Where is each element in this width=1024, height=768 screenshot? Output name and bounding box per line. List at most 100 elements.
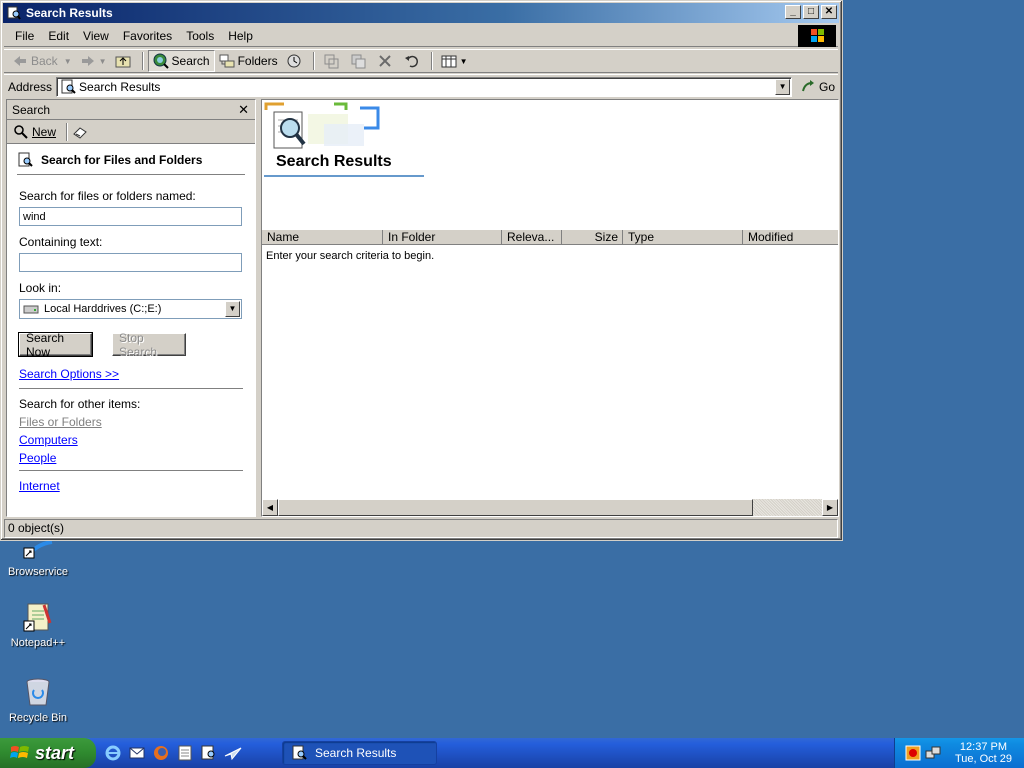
search-pane-title: Search bbox=[12, 102, 51, 117]
other-items-label: Search for other items: bbox=[19, 397, 141, 411]
search-pane-toolbar: New bbox=[7, 120, 255, 144]
search-now-button[interactable]: Search Now bbox=[18, 331, 93, 359]
internet-explorer-icon[interactable] bbox=[104, 744, 122, 762]
search-globe-icon bbox=[153, 53, 169, 69]
address-value: Search Results bbox=[79, 79, 161, 94]
column-modified[interactable]: Modified bbox=[743, 230, 838, 245]
back-button[interactable]: Back ▼ bbox=[8, 50, 76, 72]
minimize-button[interactable]: _ bbox=[785, 5, 801, 19]
look-in-select[interactable]: Local Harddrives (C:;E:) ▼ bbox=[19, 299, 242, 319]
move-to-icon bbox=[323, 53, 339, 69]
menu-edit[interactable]: Edit bbox=[41, 29, 76, 43]
search-options-link[interactable]: Search Options >> bbox=[19, 367, 243, 381]
taskbar: start Search Results 12:37 PM Tue, Oct 2… bbox=[0, 738, 1024, 768]
column-name[interactable]: Name bbox=[262, 230, 383, 245]
back-arrow-icon bbox=[12, 53, 28, 69]
menu-tools[interactable]: Tools bbox=[179, 29, 221, 43]
scroll-left-button[interactable]: ◀ bbox=[262, 499, 278, 516]
results-column-headers: Name In Folder Releva... Size Type Modif… bbox=[262, 230, 838, 245]
search-assistant-icon[interactable] bbox=[72, 124, 88, 140]
desktop-icon-label: Browservice bbox=[8, 566, 68, 578]
history-button[interactable] bbox=[282, 50, 309, 72]
menu-help[interactable]: Help bbox=[221, 29, 260, 43]
clock[interactable]: 12:37 PM Tue, Oct 29 bbox=[955, 741, 1012, 765]
undo-icon bbox=[404, 53, 420, 69]
containing-label: Containing text: bbox=[19, 235, 103, 249]
network-icon[interactable] bbox=[925, 745, 941, 764]
column-type[interactable]: Type bbox=[623, 230, 743, 245]
containing-text-input[interactable] bbox=[19, 253, 242, 272]
look-in-value: Local Harddrives (C:;E:) bbox=[44, 303, 162, 315]
file-name-input[interactable]: wind bbox=[19, 207, 242, 226]
address-label: Address bbox=[8, 79, 53, 94]
desktop-icon-label: Recycle Bin bbox=[8, 712, 68, 724]
notepad-icon[interactable] bbox=[176, 744, 194, 762]
views-button[interactable]: ▼ bbox=[437, 50, 472, 72]
chevron-down-icon[interactable]: ▼ bbox=[225, 301, 240, 317]
standard-toolbar: Back ▼ ▼ Search Folders ▼ bbox=[4, 49, 838, 73]
clock-date: Tue, Oct 29 bbox=[954, 753, 1012, 765]
menu-view[interactable]: View bbox=[76, 29, 116, 43]
desktop-icon-notepad-plus-plus[interactable]: Notepad++ bbox=[0, 601, 76, 649]
windows-logo-icon bbox=[798, 25, 836, 47]
files-or-folders-link[interactable]: Files or Folders bbox=[19, 415, 243, 429]
empty-results-message: Enter your search criteria to begin. bbox=[266, 250, 435, 262]
start-label: start bbox=[35, 742, 75, 763]
new-search-icon[interactable] bbox=[13, 124, 29, 140]
column-size[interactable]: Size bbox=[562, 230, 623, 245]
hard-drive-icon bbox=[23, 301, 39, 317]
address-bar: Address Search Results ▼ Go bbox=[4, 74, 838, 98]
column-in-folder[interactable]: In Folder bbox=[383, 230, 502, 245]
taskbar-item-search-results[interactable]: Search Results bbox=[282, 741, 437, 765]
chevron-down-icon[interactable]: ▼ bbox=[64, 57, 72, 66]
menu-favorites[interactable]: Favorites bbox=[116, 29, 179, 43]
title-bar[interactable]: Search Results _ □ ✕ bbox=[3, 3, 839, 23]
menu-file[interactable]: File bbox=[8, 29, 41, 43]
look-in-label: Look in: bbox=[19, 281, 62, 295]
close-button[interactable]: ✕ bbox=[821, 5, 837, 19]
undo-button[interactable] bbox=[400, 50, 427, 72]
search-files-heading: Search for Files and Folders bbox=[17, 152, 245, 175]
search-results-icon bbox=[60, 79, 76, 95]
scroll-right-button[interactable]: ▶ bbox=[822, 499, 838, 516]
desktop-icon-browservice[interactable]: Browservice bbox=[0, 538, 76, 578]
maximize-button[interactable]: □ bbox=[803, 5, 819, 19]
scroll-thumb[interactable] bbox=[278, 499, 753, 516]
back-label: Back bbox=[31, 54, 58, 68]
desktop-icon-label: Notepad++ bbox=[10, 637, 66, 649]
outlook-express-icon[interactable] bbox=[128, 744, 146, 762]
people-link[interactable]: People bbox=[19, 451, 243, 465]
column-relevance[interactable]: Releva... bbox=[502, 230, 562, 245]
go-label: Go bbox=[819, 79, 836, 94]
move-to-button[interactable] bbox=[319, 50, 346, 72]
paper-plane-icon[interactable] bbox=[224, 744, 242, 762]
search-icon[interactable] bbox=[200, 744, 218, 762]
chevron-down-icon[interactable]: ▼ bbox=[99, 57, 107, 66]
status-text: 0 object(s) bbox=[8, 521, 65, 535]
close-icon[interactable]: ✕ bbox=[238, 102, 249, 118]
new-search-button[interactable]: New bbox=[32, 125, 56, 139]
stop-search-button[interactable]: Stop Search bbox=[112, 331, 186, 359]
up-folder-button[interactable] bbox=[111, 50, 138, 72]
forward-button[interactable]: ▼ bbox=[76, 50, 111, 72]
browservice-icon bbox=[22, 538, 54, 562]
up-folder-icon bbox=[115, 53, 131, 69]
recycle-bin-icon bbox=[22, 676, 54, 708]
results-banner-title: Search Results bbox=[276, 153, 392, 170]
tray-app-icon[interactable] bbox=[905, 745, 921, 764]
horizontal-scrollbar[interactable]: ◀ ▶ bbox=[262, 499, 838, 516]
taskbar-item-label: Search Results bbox=[315, 746, 397, 760]
address-dropdown-button[interactable]: ▼ bbox=[775, 78, 791, 95]
internet-link[interactable]: Internet bbox=[19, 479, 243, 493]
address-field[interactable]: Search Results ▼ bbox=[56, 76, 793, 97]
computers-link[interactable]: Computers bbox=[19, 433, 243, 447]
copy-to-button[interactable] bbox=[346, 50, 373, 72]
folders-button[interactable]: Folders bbox=[215, 50, 282, 72]
delete-button[interactable] bbox=[373, 50, 400, 72]
start-button[interactable]: start bbox=[0, 738, 96, 768]
search-files-title: Search for Files and Folders bbox=[41, 153, 203, 167]
desktop-icon-recycle-bin[interactable]: Recycle Bin bbox=[0, 676, 76, 724]
go-button[interactable]: Go bbox=[800, 79, 835, 95]
search-button[interactable]: Search bbox=[147, 50, 215, 72]
firefox-icon[interactable] bbox=[152, 744, 170, 762]
